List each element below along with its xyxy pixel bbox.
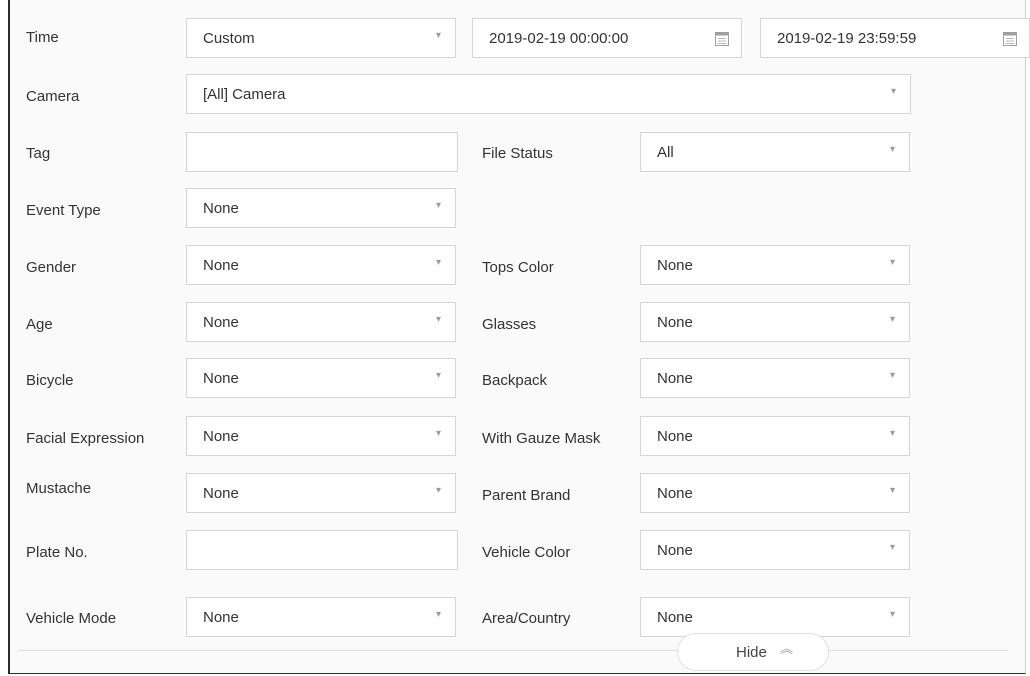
chevron-down-icon: ▾ (889, 257, 895, 268)
tops-color-label: Tops Color (482, 259, 554, 276)
age-select[interactable]: None ▾ (186, 302, 456, 342)
chevron-down-icon: ▾ (889, 370, 895, 381)
bicycle-value: None (203, 370, 239, 387)
area-country-select[interactable]: None ▾ (640, 597, 910, 637)
chevron-down-icon: ▾ (889, 485, 895, 496)
camera-select[interactable]: [All] Camera ▾ (186, 74, 911, 114)
time-label: Time (26, 29, 59, 46)
file-status-select[interactable]: All ▾ (640, 132, 910, 172)
divider (18, 650, 1008, 651)
hide-button[interactable]: Hide ︽ (677, 633, 829, 671)
gauze-mask-value: None (657, 428, 693, 445)
event-type-select[interactable]: None ▾ (186, 188, 456, 228)
age-label: Age (26, 316, 53, 333)
chevron-down-icon: ▾ (435, 485, 441, 496)
parent-brand-select[interactable]: None ▾ (640, 473, 910, 513)
bicycle-select[interactable]: None ▾ (186, 358, 456, 398)
chevron-down-icon: ▾ (889, 428, 895, 439)
tops-color-value: None (657, 257, 693, 274)
backpack-label: Backpack (482, 372, 548, 389)
chevron-down-icon: ▾ (435, 257, 441, 268)
chevron-double-up-icon: ︽ (780, 641, 794, 656)
file-status-label: File Status (482, 145, 553, 162)
glasses-label: Glasses (482, 316, 537, 333)
vehicle-mode-value: None (203, 609, 239, 626)
age-value: None (203, 314, 239, 331)
tag-label: Tag (26, 145, 51, 162)
gender-select[interactable]: None ▾ (186, 245, 456, 285)
chevron-down-icon: ▾ (889, 144, 895, 155)
end-time-value: 2019-02-19 23:59:59 (777, 30, 917, 47)
facial-expression-label: Facial Expression (26, 430, 145, 447)
chevron-down-icon: ▾ (435, 314, 441, 325)
backpack-value: None (657, 370, 693, 387)
time-mode-select[interactable]: Custom ▾ (186, 18, 456, 58)
vehicle-color-select[interactable]: None ▾ (640, 530, 910, 570)
backpack-select[interactable]: None ▾ (640, 358, 910, 398)
parent-brand-label: Parent Brand (482, 487, 571, 504)
gender-value: None (203, 257, 239, 274)
start-time-input[interactable]: 2019-02-19 00:00:00 (472, 18, 742, 58)
tops-color-select[interactable]: None ▾ (640, 245, 910, 285)
mustache-value: None (203, 485, 239, 502)
area-country-value: None (657, 609, 693, 626)
vehicle-mode-select[interactable]: None ▾ (186, 597, 456, 637)
event-type-value: None (203, 200, 239, 217)
chevron-down-icon: ▾ (435, 370, 441, 381)
hide-button-label: Hide (736, 644, 767, 661)
facial-expression-value: None (203, 428, 239, 445)
chevron-down-icon: ▾ (889, 542, 895, 553)
calendar-icon[interactable] (1003, 30, 1017, 46)
bicycle-label: Bicycle (26, 372, 74, 389)
calendar-icon[interactable] (715, 30, 729, 46)
chevron-down-icon: ▾ (435, 30, 441, 41)
event-type-label: Event Type (26, 202, 101, 219)
facial-expression-select[interactable]: None ▾ (186, 416, 456, 456)
chevron-down-icon: ▾ (435, 428, 441, 439)
gauze-mask-label: With Gauze Mask (482, 430, 601, 447)
vehicle-color-label: Vehicle Color (482, 544, 571, 561)
search-condition-panel: Time Custom ▾ 2019-02-19 00:00:00 2019-0… (8, 0, 1030, 674)
file-status-value: All (657, 144, 674, 161)
camera-label: Camera (26, 88, 80, 105)
gender-label: Gender (26, 259, 77, 276)
tag-input[interactable] (186, 132, 458, 172)
mustache-label: Mustache (26, 480, 92, 497)
camera-value: [All] Camera (203, 86, 286, 103)
start-time-value: 2019-02-19 00:00:00 (489, 30, 629, 47)
chevron-down-icon: ▾ (889, 314, 895, 325)
gauze-mask-select[interactable]: None ▾ (640, 416, 910, 456)
plate-no-label: Plate No. (26, 544, 88, 561)
mustache-select[interactable]: None ▾ (186, 473, 456, 513)
vehicle-mode-label: Vehicle Mode (26, 610, 117, 627)
plate-no-input[interactable] (186, 530, 458, 570)
time-mode-value: Custom (203, 30, 255, 47)
parent-brand-value: None (657, 485, 693, 502)
end-time-input[interactable]: 2019-02-19 23:59:59 (760, 18, 1030, 58)
glasses-value: None (657, 314, 693, 331)
area-country-label: Area/Country (482, 610, 571, 627)
chevron-down-icon: ▾ (435, 200, 441, 211)
chevron-down-icon: ▾ (889, 609, 895, 620)
vehicle-color-value: None (657, 542, 693, 559)
chevron-down-icon: ▾ (890, 86, 896, 97)
chevron-down-icon: ▾ (435, 609, 441, 620)
glasses-select[interactable]: None ▾ (640, 302, 910, 342)
